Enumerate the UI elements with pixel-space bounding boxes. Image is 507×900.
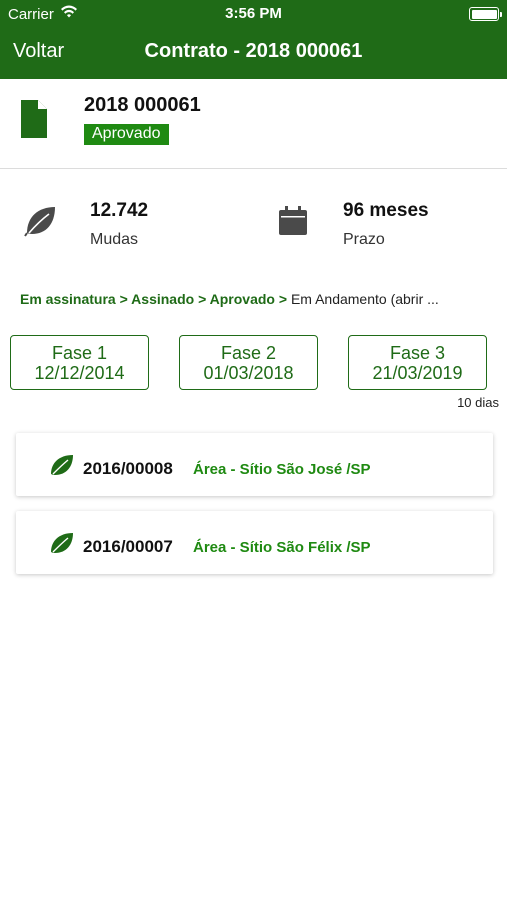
document-icon [21, 100, 47, 143]
prazo-value: 96 meses [343, 200, 429, 221]
area-name: Área - Sítio São José /SP [193, 461, 371, 478]
battery-icon [469, 7, 502, 21]
page-title: Contrato - 2018 000061 [144, 40, 363, 62]
timeline-separator: > [119, 291, 128, 307]
area-code: 2016/00008 [83, 459, 173, 478]
timeline-step-em-andamento: Em Andamento (abrir ... [290, 291, 439, 307]
status-bar: Carrier 3:56 PM [0, 0, 507, 28]
phase-date: 12/12/2014 [34, 363, 125, 383]
phase-label: Fase 2 [220, 343, 277, 363]
contract-number: 2018 000061 [84, 94, 201, 116]
status-badge: Aprovado [84, 124, 169, 145]
phase-3-button[interactable]: Fase 3 21/03/2019 [348, 335, 487, 390]
clock: 3:56 PM [225, 5, 282, 22]
navigation-bar: Carrier 3:56 PM Voltar Contrato - 2018 0… [0, 0, 507, 79]
timeline-step-aprovado: Aprovado [209, 291, 275, 307]
leaf-icon [24, 203, 58, 242]
area-name: Área - Sítio São Félix /SP [193, 539, 371, 556]
prazo-label: Prazo [343, 231, 385, 248]
phase-label: Fase 3 [389, 343, 446, 363]
phase-date: 01/03/2018 [203, 363, 294, 383]
phase-2-button[interactable]: Fase 2 01/03/2018 [179, 335, 318, 390]
area-card[interactable]: 2016/00007 Área - Sítio São Félix /SP [16, 511, 493, 574]
timeline-separator: > [198, 291, 207, 307]
contract-header: 2018 000061 Aprovado [0, 79, 507, 169]
phase-label: Fase 1 [51, 343, 108, 363]
days-remaining: 10 dias [457, 395, 499, 410]
status-timeline[interactable]: Em assinatura > Assinado > Aprovado > Em… [20, 291, 500, 307]
timeline-step-em-assinatura: Em assinatura [20, 291, 116, 307]
area-code: 2016/00007 [83, 537, 173, 556]
leaf-icon [49, 531, 75, 560]
area-card[interactable]: 2016/00008 Área - Sítio São José /SP [16, 433, 493, 496]
timeline-separator: > [278, 291, 288, 307]
phase-date: 21/03/2019 [372, 363, 463, 383]
mudas-label: Mudas [90, 231, 139, 248]
phase-1-button[interactable]: Fase 1 12/12/2014 [10, 335, 149, 390]
timeline-step-assinado: Assinado [131, 291, 195, 307]
mudas-value: 12.742 [90, 200, 149, 221]
leaf-icon [49, 453, 75, 482]
calendar-icon [278, 206, 308, 241]
